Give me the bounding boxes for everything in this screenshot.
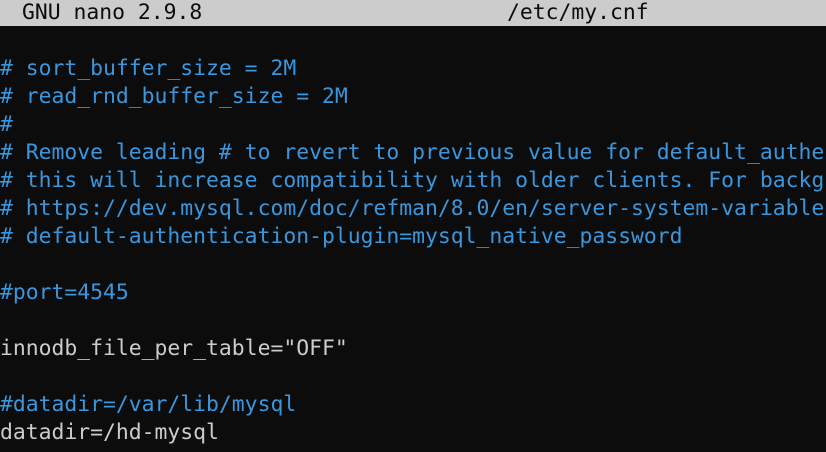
nano-title-bar: GNU nano 2.9.8 /etc/my.cnf (0, 0, 826, 26)
comment-line[interactable]: # sort_buffer_size = 2M (0, 55, 826, 83)
comment-line[interactable]: # (0, 111, 826, 139)
config-line[interactable]: innodb_file_per_table="OFF" (0, 335, 826, 363)
config-line[interactable] (0, 307, 826, 335)
comment-line[interactable]: # this will increase compatibility with … (0, 167, 826, 195)
comment-line[interactable]: #datadir=/var/lib/mysql (0, 391, 826, 419)
text-editor-area[interactable]: # sort_buffer_size = 2M # read_rnd_buffer… (0, 27, 826, 447)
comment-line[interactable]: # https://dev.mysql.com/doc/refman/8.0/e… (0, 195, 826, 223)
config-line[interactable] (0, 251, 826, 279)
config-line[interactable] (0, 363, 826, 391)
comment-line[interactable]: #port=4545 (0, 279, 826, 307)
file-name: /etc/my.cnf (507, 0, 649, 25)
app-version: GNU nano 2.9.8 (22, 0, 203, 25)
comment-line[interactable]: # Remove leading # to revert to previous… (0, 139, 826, 167)
comment-line[interactable]: # read_rnd_buffer_size = 2M (0, 83, 826, 111)
comment-line[interactable]: # default-authentication-plugin=mysql_na… (0, 223, 826, 251)
config-line[interactable] (0, 27, 826, 55)
config-line[interactable]: datadir=/hd-mysql (0, 419, 826, 447)
